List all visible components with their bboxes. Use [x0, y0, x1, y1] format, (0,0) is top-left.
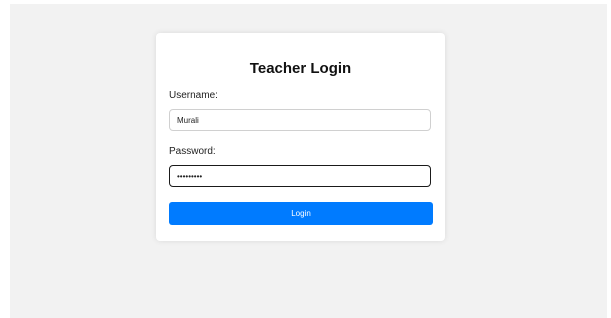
username-input[interactable]	[169, 109, 431, 131]
password-input[interactable]	[169, 165, 431, 187]
password-label: Password:	[169, 146, 216, 157]
username-label: Username:	[169, 90, 218, 101]
page-background: Teacher Login Username: Password: Login	[10, 4, 607, 318]
login-card: Teacher Login Username: Password: Login	[156, 33, 445, 241]
login-button[interactable]: Login	[169, 202, 433, 225]
page-title: Teacher Login	[249, 60, 352, 77]
